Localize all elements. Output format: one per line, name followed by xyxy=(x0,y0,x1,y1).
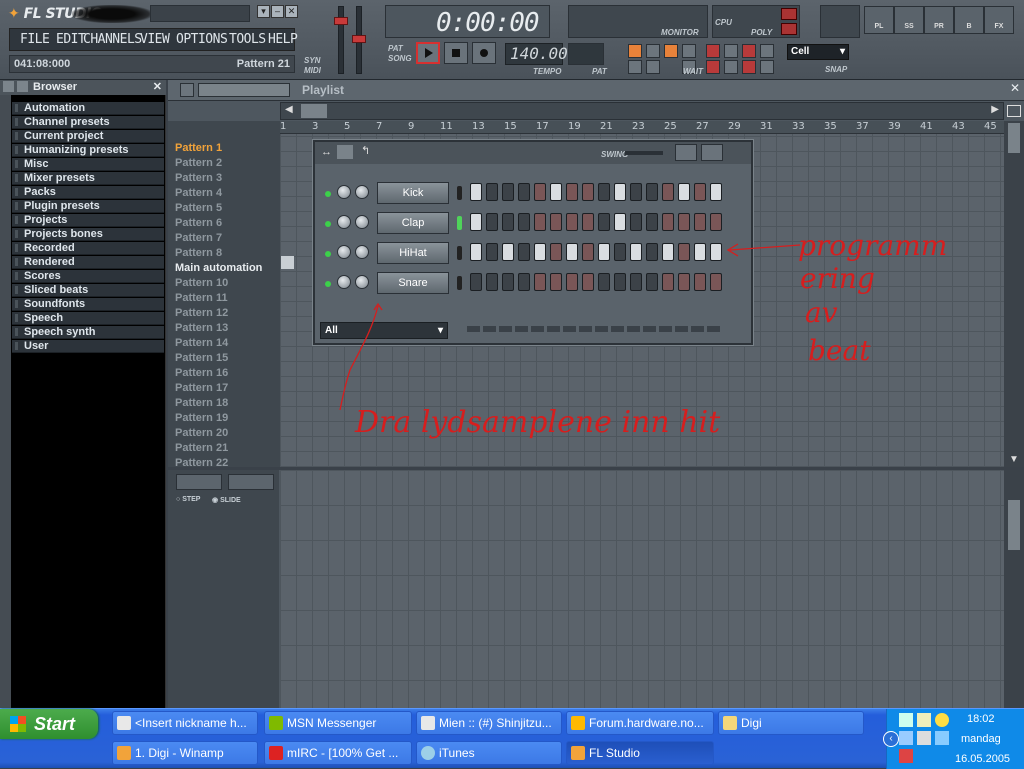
annotation-line-3: av xyxy=(805,296,838,329)
folder-icon xyxy=(723,716,737,730)
msn-icon xyxy=(269,716,283,730)
tray-icon-6[interactable] xyxy=(935,731,949,745)
browser-icon xyxy=(571,716,585,730)
annotation-line-4: beat xyxy=(808,334,871,367)
clock-date: 16.05.2005 xyxy=(955,753,1011,765)
itunes-icon xyxy=(421,746,435,760)
annotation-arrow-right-stroke xyxy=(729,244,801,251)
taskbar-item-nickname[interactable]: <Insert nickname h... xyxy=(112,711,258,735)
tray-icon-2[interactable] xyxy=(917,713,931,727)
tray-icon-1[interactable] xyxy=(899,713,913,727)
windows-taskbar: Start <Insert nickname h... MSN Messenge… xyxy=(0,708,1024,769)
taskbar-item-winamp[interactable]: 1. Digi - Winamp xyxy=(112,741,258,765)
clock-time[interactable]: 18:02 xyxy=(967,713,995,725)
tray-icon-3[interactable] xyxy=(935,713,949,727)
mirc-icon xyxy=(269,746,283,760)
annotation-bottom: Dra lydsamplene inn hit xyxy=(354,405,721,440)
fl-studio-icon xyxy=(571,746,585,760)
taskbar-item-digi-folder[interactable]: Digi xyxy=(718,711,864,735)
system-tray: ‹ 18:02 mandag 16.05.2005 xyxy=(883,709,1024,769)
taskbar-item-flstudio[interactable]: FL Studio xyxy=(566,741,714,765)
taskbar-item-forum[interactable]: Forum.hardware.no... xyxy=(566,711,714,735)
annotation-overlay: programm ering av beat Dra lydsamplene i… xyxy=(339,229,947,440)
start-button[interactable]: Start xyxy=(0,709,98,739)
msn-chat-icon xyxy=(117,716,131,730)
annotation-arrow-stroke xyxy=(339,305,379,411)
msn-chat-icon xyxy=(421,716,435,730)
taskbar-item-itunes[interactable]: iTunes xyxy=(416,741,562,765)
show-hidden-icons-icon[interactable]: ‹ xyxy=(883,731,899,747)
clock-day: mandag xyxy=(961,733,1001,745)
annotation-line-2: ering xyxy=(800,262,875,295)
taskbar-item-mien[interactable]: Mien :: (#) Shinjitzu... xyxy=(416,711,562,735)
tray-icon-7[interactable] xyxy=(899,749,913,763)
annotation-line-1: programm xyxy=(798,229,947,262)
tray-network-icon[interactable] xyxy=(899,731,913,745)
windows-logo-icon xyxy=(10,716,26,732)
taskbar-item-msn[interactable]: MSN Messenger xyxy=(264,711,412,735)
taskbar-item-mirc[interactable]: mIRC - [100% Get ... xyxy=(264,741,412,765)
winamp-icon xyxy=(117,746,131,760)
tray-volume-icon[interactable] xyxy=(917,731,931,745)
